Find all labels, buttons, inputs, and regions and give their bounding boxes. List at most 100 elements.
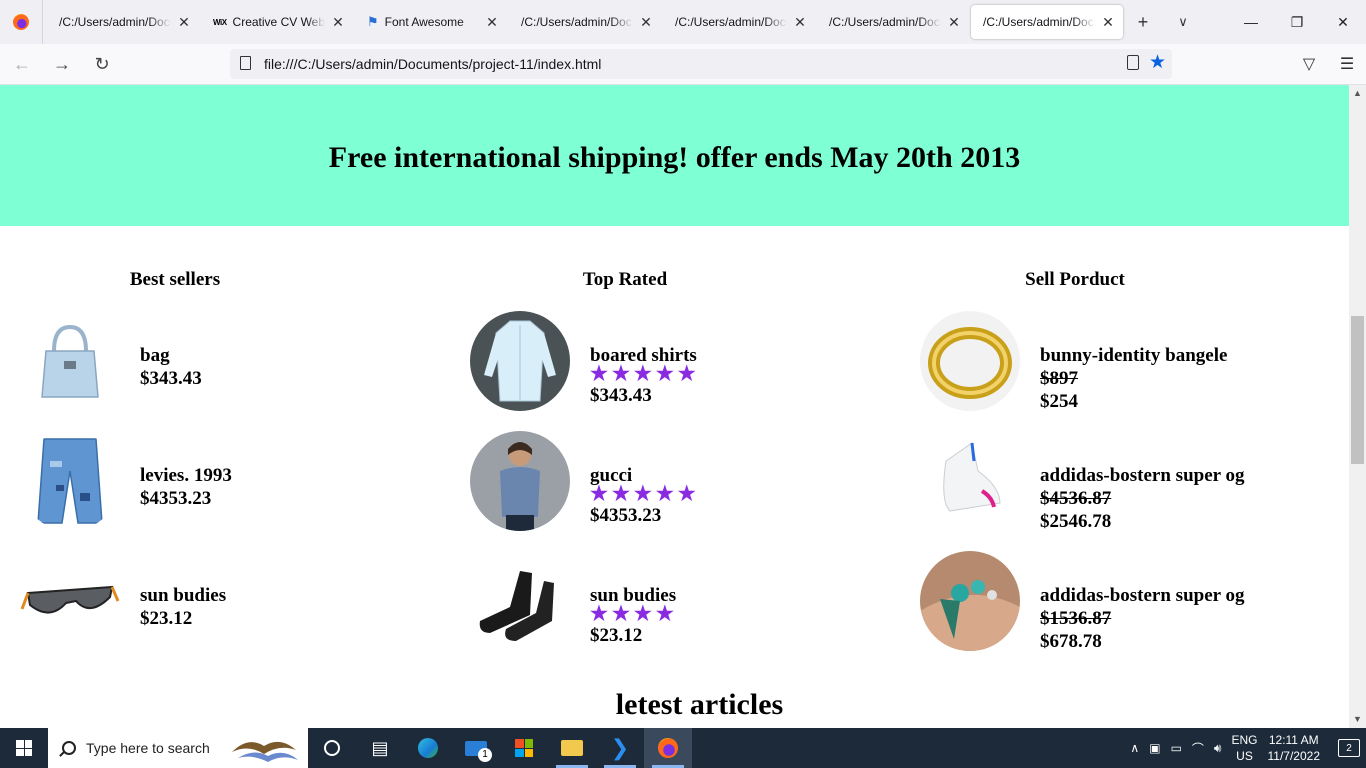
scroll-down-arrow-icon[interactable]: ▼ <box>1349 711 1366 728</box>
product-price: $23.12 <box>140 608 193 629</box>
scrollbar-thumb[interactable] <box>1351 316 1364 464</box>
star-icon: ★ <box>590 483 608 505</box>
store-icon[interactable] <box>500 728 548 768</box>
product-item[interactable]: sun budies ★ ★ ★ ★ $23.12 <box>450 551 900 671</box>
clock[interactable]: 12:11 AM 11/7/2022 <box>1268 732 1321 764</box>
star-icon: ★ <box>655 363 674 385</box>
man-image[interactable] <box>470 431 570 531</box>
handbag-image[interactable] <box>20 311 120 411</box>
banner-text: Free international shipping! offer ends … <box>328 140 1021 174</box>
taskbar: Type here to search ▤ 1 ❯ ∧ ▣ ▭ ⌒ 🔊︎ ENG… <box>0 728 1366 768</box>
scroll-up-arrow-icon[interactable]: ▲ <box>1349 85 1366 102</box>
jeans-image[interactable] <box>20 431 120 531</box>
vscode-icon[interactable]: ❯ <box>596 728 644 768</box>
product-item[interactable]: gucci ★ ★ ★ ★ ★ $4353.23 <box>450 431 900 551</box>
close-tab-icon[interactable]: ✕ <box>331 14 345 31</box>
product-item[interactable]: bag $343.43 <box>0 311 450 431</box>
file-explorer-icon[interactable] <box>548 728 596 768</box>
show-hidden-icons-chevron-icon[interactable]: ∧ <box>1130 741 1139 755</box>
address-bar[interactable]: file:///C:/Users/admin/Documents/project… <box>230 49 1172 79</box>
browser-tab[interactable]: /C:/Users/admin/Documents/project-11/ind… <box>509 5 661 39</box>
tab-label: /C:/Users/admin/Documents/project-11/ind… <box>59 15 171 29</box>
language-region: US <box>1236 749 1253 763</box>
language-code: ENG <box>1231 733 1258 747</box>
browser-tab[interactable]: ⚑ Font Awesome ✕ <box>355 5 507 39</box>
flag-icon: ⚑ <box>367 14 379 29</box>
shirt-image[interactable] <box>470 311 570 411</box>
star-rating: ★ ★ ★ ★ ★ <box>590 484 696 504</box>
star-icon: ★ <box>633 603 652 625</box>
close-tab-icon[interactable]: ✕ <box>793 14 807 31</box>
close-tab-icon[interactable]: ✕ <box>1101 14 1115 31</box>
star-icon: ★ <box>655 603 674 625</box>
bracelet-image[interactable] <box>920 551 1020 651</box>
search-icon <box>62 741 76 755</box>
browser-tab[interactable]: /C:/Users/admin/Documents/project-11/ind… <box>971 5 1123 39</box>
product-name: addidas-bostern super og <box>1040 465 1245 486</box>
restore-button[interactable]: ❐ <box>1274 0 1320 44</box>
meet-now-icon[interactable]: ▣ <box>1149 741 1160 755</box>
notification-center-icon[interactable]: 2 <box>1338 739 1360 757</box>
firefox-icon[interactable] <box>0 0 43 44</box>
browser-tab[interactable]: /C:/Users/admin/Documents/project-11/ind… <box>47 5 199 39</box>
firefox-taskbar-icon[interactable] <box>644 728 692 768</box>
star-icon: ★ <box>677 483 696 505</box>
address-url[interactable]: file:///C:/Users/admin/Documents/project… <box>264 56 601 72</box>
menu-icon[interactable]: ☰ <box>1328 54 1366 74</box>
page-scrollbar[interactable]: ▲ ▼ <box>1349 85 1366 728</box>
search-placeholder[interactable]: Type here to search <box>86 740 210 756</box>
browser-tab[interactable]: /C:/Users/admin/Documents/project-11/ind… <box>817 5 969 39</box>
reader-view-icon[interactable] <box>1126 55 1139 70</box>
language-indicator[interactable]: ENG US <box>1231 732 1257 764</box>
product-price: $254 <box>1040 391 1078 412</box>
product-item[interactable]: addidas-bostern super og $4536.87 $2546.… <box>900 431 1349 551</box>
product-column: Sell Porduct bunny-identity bangele $897… <box>900 226 1349 671</box>
star-icon: ★ <box>655 483 674 505</box>
close-window-button[interactable]: ✕ <box>1320 0 1366 44</box>
browser-tab[interactable]: /C:/Users/admin/Documents/project-11/ind… <box>663 5 815 39</box>
browser-tab[interactable]: WiX Creative CV Website ✕ <box>201 5 353 39</box>
product-item[interactable]: bunny-identity bangele $897 $254 <box>900 311 1349 431</box>
bookmark-star-icon[interactable]: ★ <box>1149 53 1166 72</box>
close-tab-icon[interactable]: ✕ <box>947 14 961 31</box>
close-tab-icon[interactable]: ✕ <box>485 14 499 31</box>
close-tab-icon[interactable]: ✕ <box>177 14 191 31</box>
pocket-icon[interactable]: ▽ <box>1290 54 1328 74</box>
mail-badge: 1 <box>478 748 492 762</box>
star-rating: ★ ★ ★ ★ <box>590 604 676 624</box>
back-button[interactable]: ← <box>4 48 40 80</box>
product-name: sun budies <box>140 585 227 606</box>
reload-button[interactable]: ↻ <box>84 48 120 80</box>
navigation-toolbar: ← → ↻ file:///C:/Users/admin/Documents/p… <box>0 44 1366 85</box>
product-item[interactable]: addidas-bostern super og $1536.87 $678.7… <box>900 551 1349 671</box>
close-tab-icon[interactable]: ✕ <box>639 14 653 31</box>
tab-label: /C:/Users/admin/Documents/project-11/ind… <box>829 15 941 29</box>
edge-icon[interactable] <box>404 728 452 768</box>
cortana-icon[interactable] <box>308 728 356 768</box>
new-tab-button[interactable]: + <box>1123 0 1163 44</box>
star-icon: ★ <box>590 363 608 385</box>
list-tabs-chevron-icon[interactable]: ∨ <box>1163 0 1203 44</box>
search-highlight-art-icon <box>232 741 298 762</box>
start-button[interactable] <box>0 728 48 768</box>
product-item[interactable]: sun budies $23.12 <box>0 551 450 671</box>
mail-icon[interactable]: 1 <box>452 728 500 768</box>
sunglasses-image[interactable] <box>20 551 120 651</box>
product-price: $4353.23 <box>590 505 662 526</box>
product-item[interactable]: boared shirts ★ ★ ★ ★ ★ $343.43 <box>450 311 900 431</box>
volume-icon[interactable]: 🔊︎ <box>1214 741 1222 756</box>
product-item[interactable]: levies. 1993 $4353.23 <box>0 431 450 551</box>
minimize-button[interactable]: — <box>1228 0 1274 44</box>
forward-button[interactable]: → <box>44 48 80 80</box>
sneaker-image[interactable] <box>920 431 1020 531</box>
battery-icon[interactable]: ▭ <box>1171 741 1182 755</box>
product-price: $4353.23 <box>140 488 212 509</box>
windows-icon <box>16 740 32 756</box>
product-name: bunny-identity bangele <box>1040 345 1228 366</box>
task-view-icon[interactable]: ▤ <box>356 728 404 768</box>
wifi-icon[interactable]: ⌒ <box>1192 740 1204 757</box>
bangle-image[interactable] <box>920 311 1020 411</box>
shoes-image[interactable] <box>470 551 570 651</box>
taskbar-search[interactable]: Type here to search <box>48 728 308 768</box>
product-column: Top Rated boared shirts ★ ★ ★ ★ ★ $343.43 gu… <box>450 226 900 671</box>
